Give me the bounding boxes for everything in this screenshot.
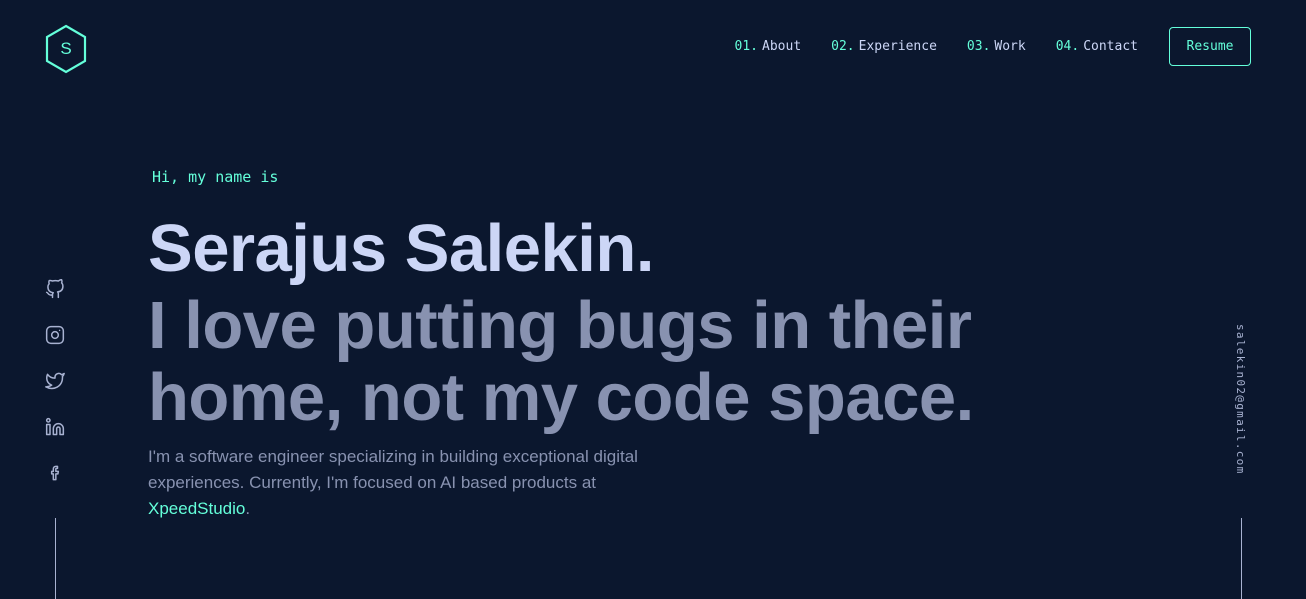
- social-links: [44, 278, 66, 508]
- hero-bio: I'm a software engineer specializing in …: [148, 444, 688, 522]
- github-icon[interactable]: [44, 278, 66, 300]
- social-divider-line: [55, 518, 56, 599]
- bio-end: .: [245, 499, 251, 518]
- hero-section: Hi, my name is Serajus Salekin. I love p…: [148, 168, 1148, 522]
- resume-button[interactable]: Resume: [1169, 27, 1251, 66]
- hero-name: Serajus Salekin.: [148, 211, 654, 286]
- nav-number: 03.: [966, 39, 991, 54]
- twitter-icon[interactable]: [44, 370, 66, 392]
- logo-letter: S: [60, 39, 72, 58]
- email-divider-line: [1241, 518, 1242, 599]
- main-nav: 01. About 02. Experience 03. Work 04. Co…: [735, 27, 1251, 66]
- nav-number: 04.: [1055, 39, 1080, 54]
- logo[interactable]: S: [44, 24, 88, 74]
- nav-item-about[interactable]: 01. About: [735, 39, 802, 54]
- nav-item-work[interactable]: 03. Work: [967, 39, 1026, 54]
- portfolio-page: S 01. About 02. Experience 03. Work 04. …: [0, 0, 1306, 599]
- instagram-icon[interactable]: [44, 324, 66, 346]
- bio-text: I'm a software engineer specializing in …: [148, 447, 638, 492]
- linkedin-icon[interactable]: [44, 416, 66, 438]
- nav-number: 02.: [831, 39, 855, 54]
- nav-item-experience[interactable]: 02. Experience: [831, 39, 937, 54]
- company-link[interactable]: XpeedStudio: [148, 499, 245, 518]
- hero-tagline: I love putting bugs in their home, not m…: [148, 288, 974, 435]
- hero-greeting: Hi, my name is: [152, 168, 279, 186]
- nav-label: Contact: [1083, 39, 1138, 54]
- nav-label: About: [762, 39, 802, 54]
- email-link[interactable]: salekin02@gmail.com: [1234, 324, 1247, 475]
- nav-label: Experience: [858, 39, 937, 54]
- facebook-icon[interactable]: [44, 462, 66, 484]
- nav-label: Work: [994, 39, 1026, 54]
- nav-item-contact[interactable]: 04. Contact: [1056, 39, 1138, 54]
- nav-number: 01.: [734, 39, 759, 54]
